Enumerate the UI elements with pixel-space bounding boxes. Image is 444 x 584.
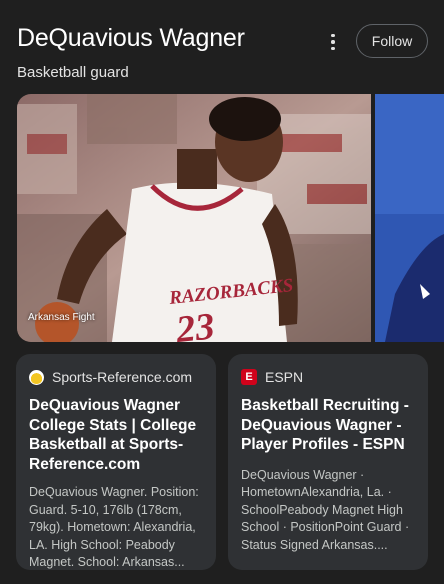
- follow-button[interactable]: Follow: [356, 24, 428, 58]
- player-photo[interactable]: RAZORBACKS 23: [17, 94, 371, 342]
- jersey-number: 23: [173, 305, 216, 342]
- card-snippet: DeQuavious Wagner · HometownAlexandria, …: [241, 467, 410, 552]
- more-options-icon[interactable]: [325, 31, 341, 53]
- card-source: ESPN: [265, 369, 304, 385]
- player-photo-2[interactable]: [375, 94, 444, 342]
- image-caption: Arkansas Fight: [28, 312, 95, 323]
- result-card-espn[interactable]: E ESPN Basketball Recruiting - DeQuaviou…: [228, 354, 428, 570]
- card-title[interactable]: DeQuavious Wagner College Stats | Colleg…: [29, 396, 203, 474]
- card-title[interactable]: Basketball Recruiting - DeQuavious Wagne…: [241, 396, 415, 455]
- entity-title: DeQuavious Wagner: [17, 24, 245, 52]
- espn-icon: E: [241, 369, 257, 385]
- card-snippet: DeQuavious Wagner. Position: Guard. 5-10…: [29, 485, 199, 569]
- result-card-sports-reference[interactable]: Sports-Reference.com DeQuavious Wagner C…: [16, 354, 216, 570]
- entity-subtitle: Basketball guard: [17, 64, 129, 81]
- card-source: Sports-Reference.com: [52, 369, 193, 385]
- sports-reference-icon: [29, 369, 44, 385]
